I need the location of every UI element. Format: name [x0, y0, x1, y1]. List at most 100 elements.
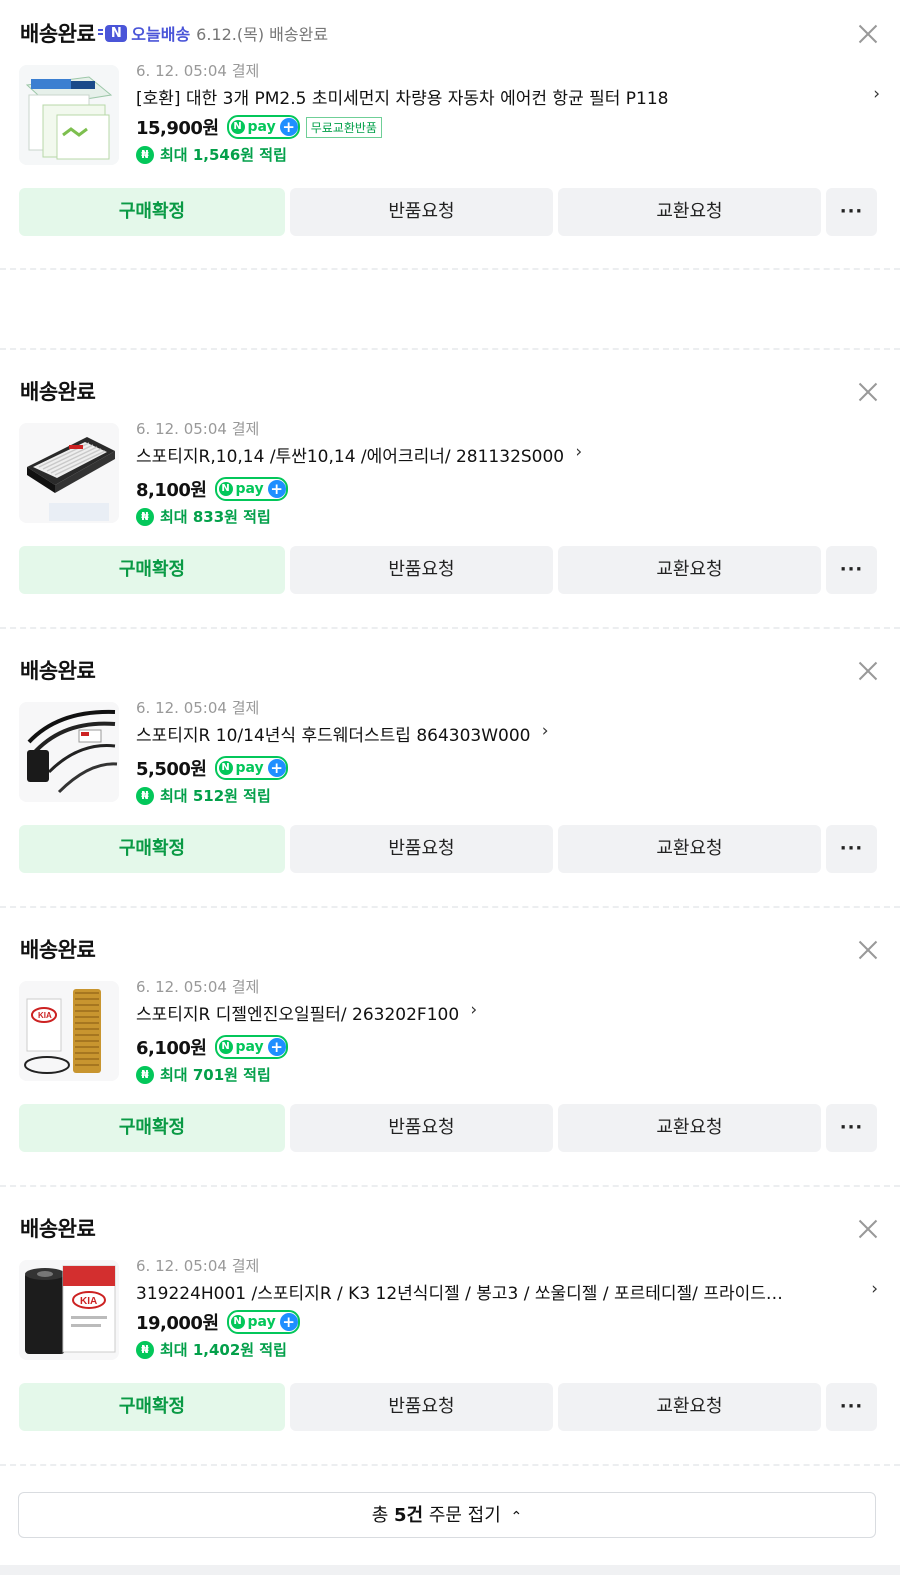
npay-n-icon: N: [230, 120, 245, 134]
divider: [0, 1464, 900, 1466]
product-price: 15,900원: [136, 118, 219, 139]
status-row: 배송완료: [20, 376, 96, 406]
product-info: 6. 12. 05:04 결제 스포티지R,10,14 /투싼10,14 /에어…: [136, 418, 880, 527]
plus-icon: +: [267, 480, 286, 498]
product-name-link[interactable]: 319224H001 /스포티지R / K3 12년식디젤 / 봉고3 / 쏘울…: [136, 1279, 878, 1304]
delivery-status: 배송완료: [20, 938, 96, 962]
npay-n-icon: N: [218, 482, 233, 496]
exchange-request-button[interactable]: 교환요청: [558, 825, 821, 873]
return-request-button[interactable]: 반품요청: [290, 1383, 553, 1431]
plus-icon: +: [267, 759, 286, 777]
more-options-button[interactable]: ···: [826, 825, 877, 873]
points-row: ₦ 최대 1,546원 적립: [136, 144, 880, 165]
product-name: [호환] 대한 3개 PM2.5 초미세먼지 차량용 자동차 에어컨 항균 필터…: [136, 89, 669, 109]
exchange-request-button[interactable]: 교환요청: [558, 546, 821, 594]
close-icon[interactable]: [856, 22, 880, 46]
more-options-button[interactable]: ···: [826, 188, 877, 236]
product-thumbnail[interactable]: [19, 702, 119, 802]
chevron-right-icon: ›: [470, 1000, 478, 1020]
bottom-spacer: [0, 1565, 900, 1575]
points-text: 최대 833원 적립: [160, 508, 271, 526]
action-buttons: 구매확정 반품요청 교환요청 ···: [19, 1383, 877, 1431]
status-row: 배송완료: [20, 655, 96, 685]
return-request-button[interactable]: 반품요청: [290, 825, 553, 873]
delivery-status: 배송완료: [20, 22, 96, 46]
points-text: 최대 512원 적립: [160, 787, 271, 805]
delivery-status: 배송완료: [20, 380, 96, 404]
confirm-purchase-button[interactable]: 구매확정: [19, 546, 285, 594]
status-row: 배송완료 N 오늘배송 6.12.(목) 배송완료: [20, 18, 328, 48]
divider: [0, 348, 900, 350]
return-request-button[interactable]: 반품요청: [290, 188, 553, 236]
confirm-purchase-button[interactable]: 구매확정: [19, 1104, 285, 1152]
product-name: 319224H001 /스포티지R / K3 12년식디젤 / 봉고3 / 쏘울…: [136, 1284, 783, 1304]
points-text: 최대 1,546원 적립: [160, 146, 287, 164]
chevron-right-icon: ›: [871, 1279, 878, 1299]
chevron-right-icon: ›: [873, 84, 880, 104]
chevron-right-icon: ›: [575, 442, 583, 462]
product-thumbnail[interactable]: [19, 65, 119, 165]
npay-label: pay: [235, 760, 264, 776]
product-name-link[interactable]: 스포티지R 10/14년식 후드웨더스트립 864303W000 ›: [136, 721, 549, 746]
return-request-button[interactable]: 반품요청: [290, 1104, 553, 1152]
npay-plus-badge: Npay +: [214, 756, 288, 780]
npay-n-icon: N: [218, 761, 233, 775]
product-name-link[interactable]: 스포티지R 디젤엔진오일필터/ 263202F100 ›: [136, 1000, 477, 1025]
product-name: 스포티지R 10/14년식 후드웨더스트립 864303W000: [136, 726, 531, 746]
delivery-status: 배송완료: [20, 659, 96, 683]
action-buttons: 구매확정 반품요청 교환요청 ···: [19, 546, 877, 594]
exchange-request-button[interactable]: 교환요청: [558, 1383, 821, 1431]
svg-text:KIA: KIA: [38, 1011, 52, 1020]
action-buttons: 구매확정 반품요청 교환요청 ···: [19, 1104, 877, 1152]
product-info: 6. 12. 05:04 결제 스포티지R 디젤엔진오일필터/ 263202F1…: [136, 976, 880, 1085]
npay-n-icon: N: [230, 1315, 245, 1329]
npay-label: pay: [247, 119, 276, 135]
more-options-button[interactable]: ···: [826, 1383, 877, 1431]
npay-plus-badge: Npay +: [214, 477, 288, 501]
close-icon[interactable]: [856, 659, 880, 683]
order-list-page: 배송완료 N 오늘배송 6.12.(목) 배송완료 6. 12. 05:04 결…: [0, 0, 900, 1575]
divider: [0, 627, 900, 629]
payment-date: 6. 12. 05:04 결제: [136, 1257, 260, 1275]
close-icon[interactable]: [856, 380, 880, 404]
npay-point-icon: ₦: [136, 786, 154, 805]
product-name-link[interactable]: 스포티지R,10,14 /투싼10,14 /에어크리너/ 281132S000 ›: [136, 442, 582, 467]
chevron-up-icon: ⌃: [510, 1509, 523, 1525]
confirm-purchase-button[interactable]: 구매확정: [19, 825, 285, 873]
npay-point-icon: ₦: [136, 145, 154, 164]
free-return-badge: 무료교환반품: [305, 116, 382, 138]
product-name-link[interactable]: [호환] 대한 3개 PM2.5 초미세먼지 차량용 자동차 에어컨 항균 필터…: [136, 84, 880, 109]
order-count: 5건: [394, 1505, 424, 1526]
npay-plus-badge: Npay +: [226, 1310, 300, 1334]
points-row: ₦ 최대 512원 적립: [136, 785, 880, 806]
confirm-purchase-button[interactable]: 구매확정: [19, 1383, 285, 1431]
product-price: 8,100원: [136, 480, 207, 501]
today-delivery-icon: N: [98, 24, 128, 42]
npay-label: pay: [235, 1039, 264, 1055]
exchange-request-button[interactable]: 교환요청: [558, 188, 821, 236]
product-thumbnail[interactable]: KIA: [19, 1260, 119, 1360]
more-options-button[interactable]: ···: [826, 1104, 877, 1152]
payment-date: 6. 12. 05:04 결제: [136, 699, 260, 717]
product-price: 5,500원: [136, 759, 207, 780]
exchange-request-button[interactable]: 교환요청: [558, 1104, 821, 1152]
svg-text:KIA: KIA: [80, 1296, 97, 1307]
product-thumbnail[interactable]: [19, 423, 119, 523]
divider: [0, 906, 900, 908]
collapse-label: 주문 접기: [423, 1505, 501, 1526]
confirm-purchase-button[interactable]: 구매확정: [19, 188, 285, 236]
more-options-button[interactable]: ···: [826, 546, 877, 594]
return-request-button[interactable]: 반품요청: [290, 546, 553, 594]
delivery-status: 배송완료: [20, 1217, 96, 1241]
product-info: 6. 12. 05:04 결제 [호환] 대한 3개 PM2.5 초미세먼지 차…: [136, 60, 880, 165]
today-delivery-badge: N 오늘배송: [98, 21, 190, 45]
price-row: 8,100원 Npay +: [136, 477, 880, 501]
price-row: 6,100원 Npay +: [136, 1035, 880, 1059]
product-thumbnail[interactable]: KIA: [19, 981, 119, 1081]
points-row: ₦ 최대 701원 적립: [136, 1064, 880, 1085]
collapse-orders-button[interactable]: 총 5건 주문 접기 ⌃: [18, 1492, 876, 1538]
close-icon[interactable]: [856, 1217, 880, 1241]
price-row: 5,500원 Npay +: [136, 756, 880, 780]
npay-n-icon: N: [218, 1040, 233, 1054]
close-icon[interactable]: [856, 938, 880, 962]
